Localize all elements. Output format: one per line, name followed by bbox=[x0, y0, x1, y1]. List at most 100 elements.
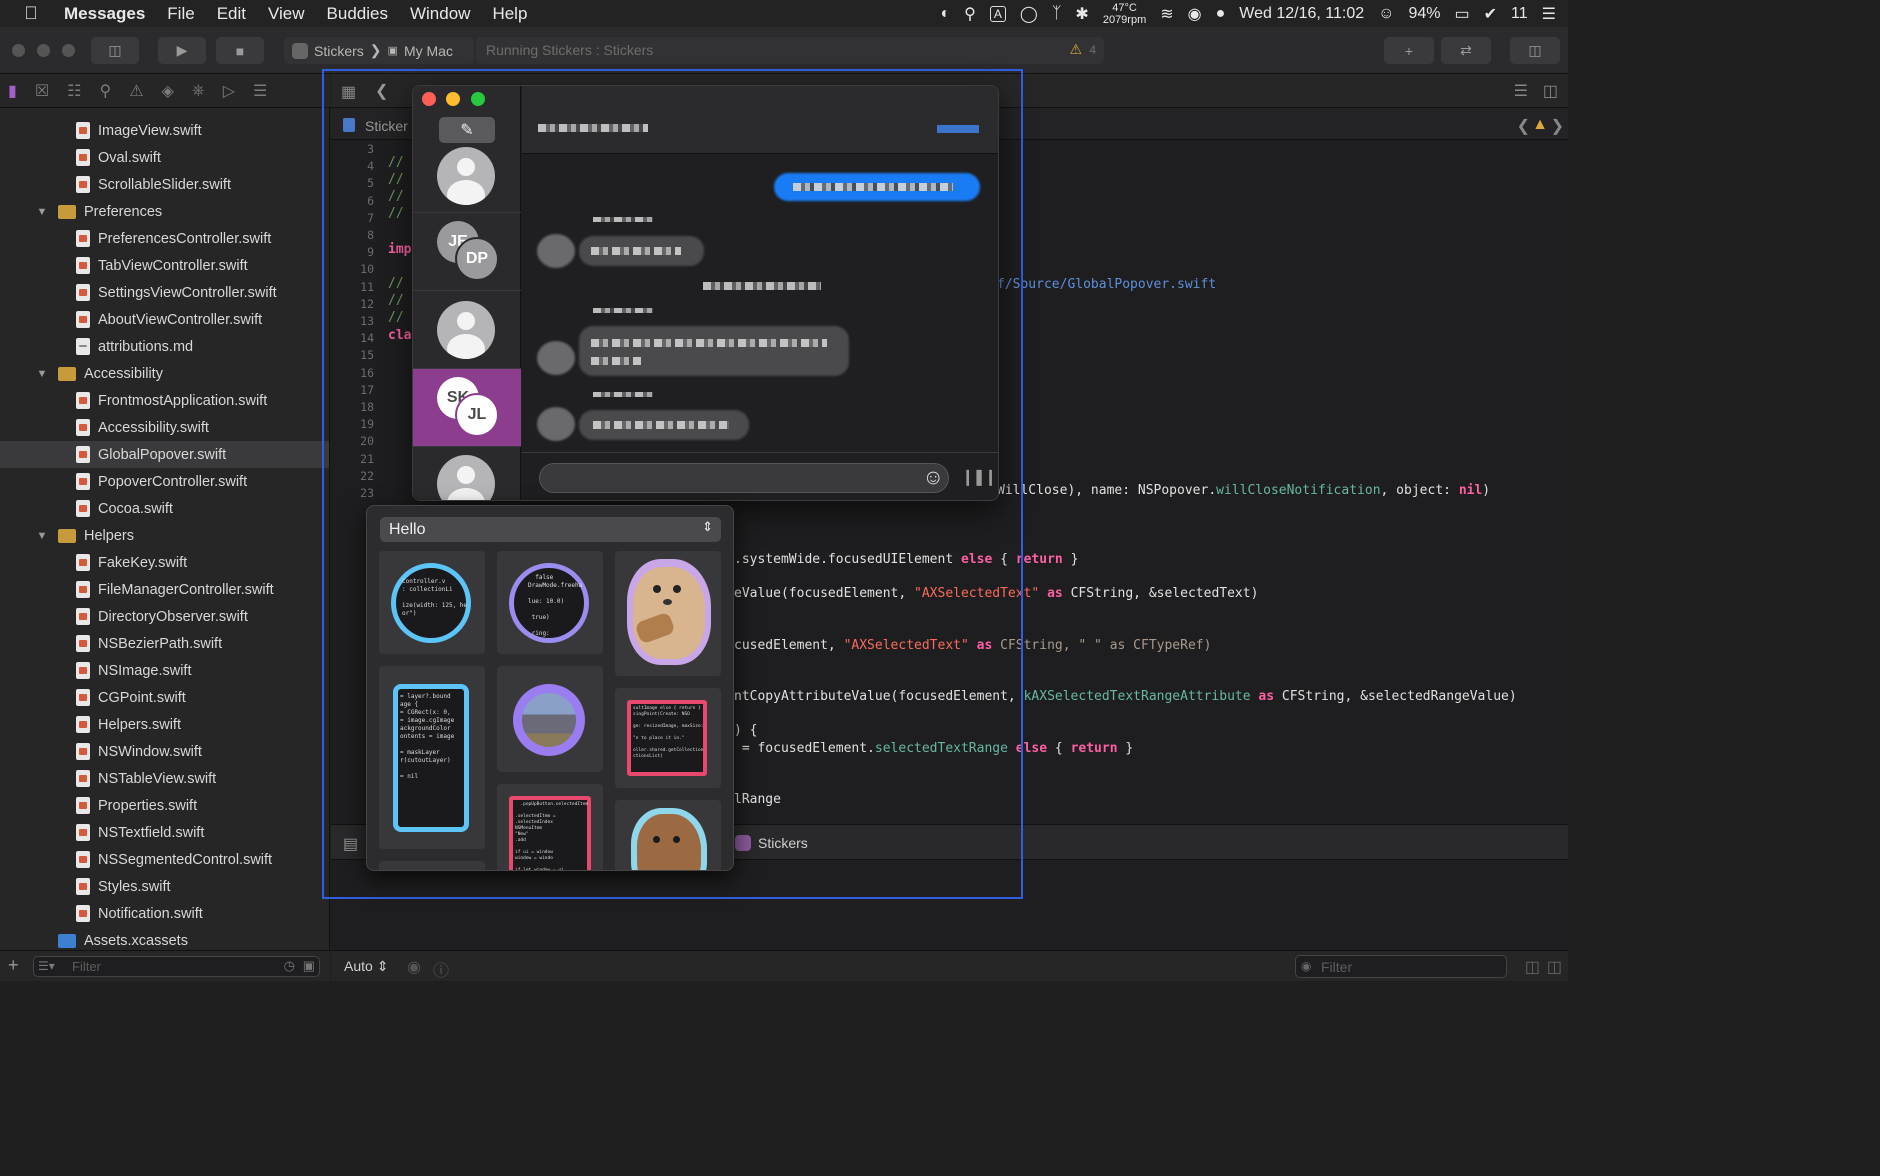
navigator-file[interactable]: ImageView.swift bbox=[0, 117, 329, 144]
menu-window[interactable]: Window bbox=[399, 4, 481, 24]
details-redacted[interactable] bbox=[937, 125, 979, 133]
search-icon[interactable]: ⚲ bbox=[964, 4, 976, 24]
navigator-file[interactable]: PreferencesController.swift bbox=[0, 225, 329, 252]
menu-help[interactable]: Help bbox=[481, 4, 538, 24]
navigator-file[interactable]: NSTableView.swift bbox=[0, 765, 329, 792]
close-window-button[interactable] bbox=[12, 44, 25, 57]
emoji-icon[interactable]: ☺ bbox=[923, 466, 944, 490]
conversation-item-selected[interactable]: SK JL bbox=[413, 369, 521, 447]
breakpoint-navigator-icon[interactable]: ▷ bbox=[223, 81, 235, 101]
navigator-filter-field[interactable]: ☰▾ Filter ◷ ▣ bbox=[33, 956, 320, 977]
navigator-group[interactable]: ▼ Accessibility bbox=[0, 360, 329, 387]
navigator-file[interactable]: Assets.xcassets bbox=[0, 927, 329, 950]
message-input-field[interactable]: ☺ bbox=[539, 463, 949, 493]
messages-close-button[interactable] bbox=[422, 92, 436, 106]
issue-prev-icon[interactable]: ❮ bbox=[1517, 116, 1530, 136]
navigator-file[interactable]: Oval.swift bbox=[0, 144, 329, 171]
inspector-toggle-icon[interactable]: ◫ bbox=[1510, 37, 1560, 64]
sticker-code-ring-purple[interactable]: false DrawMode.freeha lue: 10.0) true) r… bbox=[497, 551, 603, 654]
menu-app-name[interactable]: Messages bbox=[62, 4, 156, 24]
navigator-file[interactable]: CGPoint.swift bbox=[0, 684, 329, 711]
add-file-icon[interactable]: + bbox=[8, 955, 19, 976]
info-icon[interactable]: ⓘ bbox=[433, 957, 449, 981]
audio-message-icon[interactable]: ❙❚❙ bbox=[961, 467, 997, 487]
stop-button[interactable]: ■ bbox=[216, 37, 264, 64]
disclosure-triangle-icon[interactable]: ▼ bbox=[36, 530, 48, 542]
notifications-count[interactable]: 11 bbox=[1511, 5, 1528, 23]
sticker-city-ring-purple[interactable] bbox=[497, 666, 603, 772]
conversation-item[interactable] bbox=[413, 147, 521, 213]
notification-center-icon[interactable]: ☰ bbox=[1542, 4, 1556, 24]
checkmark-icon[interactable]: ✔ bbox=[1484, 4, 1497, 24]
recent-files-icon[interactable]: ◷ bbox=[284, 958, 295, 974]
record-dot-icon[interactable]: ● bbox=[1216, 5, 1226, 23]
compose-button[interactable]: ✎ bbox=[439, 117, 495, 143]
navigator-file[interactable]: NSBezierPath.swift bbox=[0, 630, 329, 657]
navigator-file[interactable]: GlobalPopover.swift bbox=[0, 441, 329, 468]
find-navigator-icon[interactable]: ⚲ bbox=[100, 81, 112, 101]
warning-icon[interactable]: ⚠ bbox=[1069, 41, 1082, 58]
scheme-selector[interactable]: Stickers ❯ ▣ My Mac bbox=[284, 37, 474, 64]
library-plus-icon[interactable]: + bbox=[1384, 37, 1434, 64]
navigator-file[interactable]: Properties.swift bbox=[0, 792, 329, 819]
minimize-window-button[interactable] bbox=[37, 44, 50, 57]
symbol-navigator-icon[interactable]: ☷ bbox=[67, 81, 81, 101]
navigator-file[interactable]: Cocoa.swift bbox=[0, 495, 329, 522]
menu-file[interactable]: File bbox=[156, 4, 205, 24]
report-navigator-icon[interactable]: ☰ bbox=[253, 81, 267, 101]
sticker-code-ring-blue[interactable]: Controller.v : collectionLi ize(width: 1… bbox=[379, 551, 485, 654]
source-control-icon[interactable]: ☒ bbox=[35, 81, 49, 101]
navigator-file[interactable]: FrontmostApplication.swift bbox=[0, 387, 329, 414]
text-input-icon[interactable]: A bbox=[989, 5, 1006, 22]
navigator-group[interactable]: ▼ Preferences bbox=[0, 198, 329, 225]
navigator-file[interactable]: attributions.md bbox=[0, 333, 329, 360]
battery-percent[interactable]: 94% bbox=[1408, 5, 1440, 23]
issue-navigator-icon[interactable]: ⚠ bbox=[129, 81, 143, 101]
sticker-puppy[interactable] bbox=[615, 551, 721, 676]
navigator-file[interactable]: Helpers.swift bbox=[0, 711, 329, 738]
navigator-file[interactable]: Accessibility.swift bbox=[0, 414, 329, 441]
navigator-file[interactable]: FileManagerController.swift bbox=[0, 576, 329, 603]
sidebar-toggle-icon[interactable]: ◫ bbox=[91, 37, 139, 64]
sensor-readout[interactable]: 47°C 2079rpm bbox=[1103, 2, 1146, 26]
fan-icon[interactable]: ✱ bbox=[1075, 4, 1088, 24]
messages-minimize-button[interactable] bbox=[446, 92, 460, 106]
screen-time-icon[interactable]: ◯ bbox=[1020, 4, 1038, 24]
navigator-file[interactable]: SettingsViewController.swift bbox=[0, 279, 329, 306]
sticker-puppy-2[interactable] bbox=[615, 800, 721, 870]
issue-next-icon[interactable]: ❯ bbox=[1551, 116, 1564, 136]
run-button[interactable]: ▶ bbox=[158, 37, 206, 64]
messages-zoom-button[interactable] bbox=[471, 92, 485, 106]
split-view-left-icon[interactable]: ◫ bbox=[1525, 957, 1540, 977]
sticker-partial[interactable] bbox=[379, 861, 485, 870]
scm-filter-icon[interactable]: ▣ bbox=[303, 958, 315, 974]
navigator-file[interactable]: NSSegmentedControl.swift bbox=[0, 846, 329, 873]
zoom-window-button[interactable] bbox=[62, 44, 75, 57]
dnd-half-icon[interactable]: ◐ bbox=[941, 5, 951, 23]
datetime-label[interactable]: Wed 12/16, 11:02 bbox=[1239, 5, 1364, 23]
navigator-file[interactable]: DirectoryObserver.swift bbox=[0, 603, 329, 630]
navigator-file[interactable]: NSTextfield.swift bbox=[0, 819, 329, 846]
disclosure-triangle-icon[interactable]: ▼ bbox=[36, 368, 48, 380]
code-review-icon[interactable]: ⇄ bbox=[1441, 37, 1491, 64]
menu-buddies[interactable]: Buddies bbox=[316, 4, 399, 24]
navigator-file[interactable]: AboutViewController.swift bbox=[0, 306, 329, 333]
navigator-file[interactable]: NSWindow.swift bbox=[0, 738, 329, 765]
project-navigator-icon[interactable]: ▮ bbox=[8, 81, 17, 101]
navigator-file[interactable]: ScrollableSlider.swift bbox=[0, 171, 329, 198]
filter-options-icon[interactable]: ☰▾ bbox=[38, 959, 55, 973]
menu-view[interactable]: View bbox=[257, 4, 316, 24]
conversation-item[interactable] bbox=[413, 447, 521, 500]
navigator-group[interactable]: ▼ Helpers bbox=[0, 522, 329, 549]
bluetooth-icon[interactable]: ᛉ bbox=[1052, 5, 1062, 23]
navigator-file[interactable]: FakeKey.swift bbox=[0, 549, 329, 576]
apple-menu-icon[interactable]:  bbox=[0, 3, 62, 24]
test-navigator-icon[interactable]: ◈ bbox=[162, 81, 174, 101]
navigator-file[interactable]: Styles.swift bbox=[0, 873, 329, 900]
siri-icon[interactable]: ◉ bbox=[1188, 4, 1202, 24]
face-icon[interactable]: ☺ bbox=[1378, 5, 1394, 23]
navigator-file[interactable]: PopoverController.swift bbox=[0, 468, 329, 495]
navigator-file[interactable]: TabViewController.swift bbox=[0, 252, 329, 279]
wifi-icon[interactable]: ≋ bbox=[1160, 4, 1173, 24]
sticker-pack-select[interactable]: Hello ⇕ bbox=[380, 517, 721, 542]
